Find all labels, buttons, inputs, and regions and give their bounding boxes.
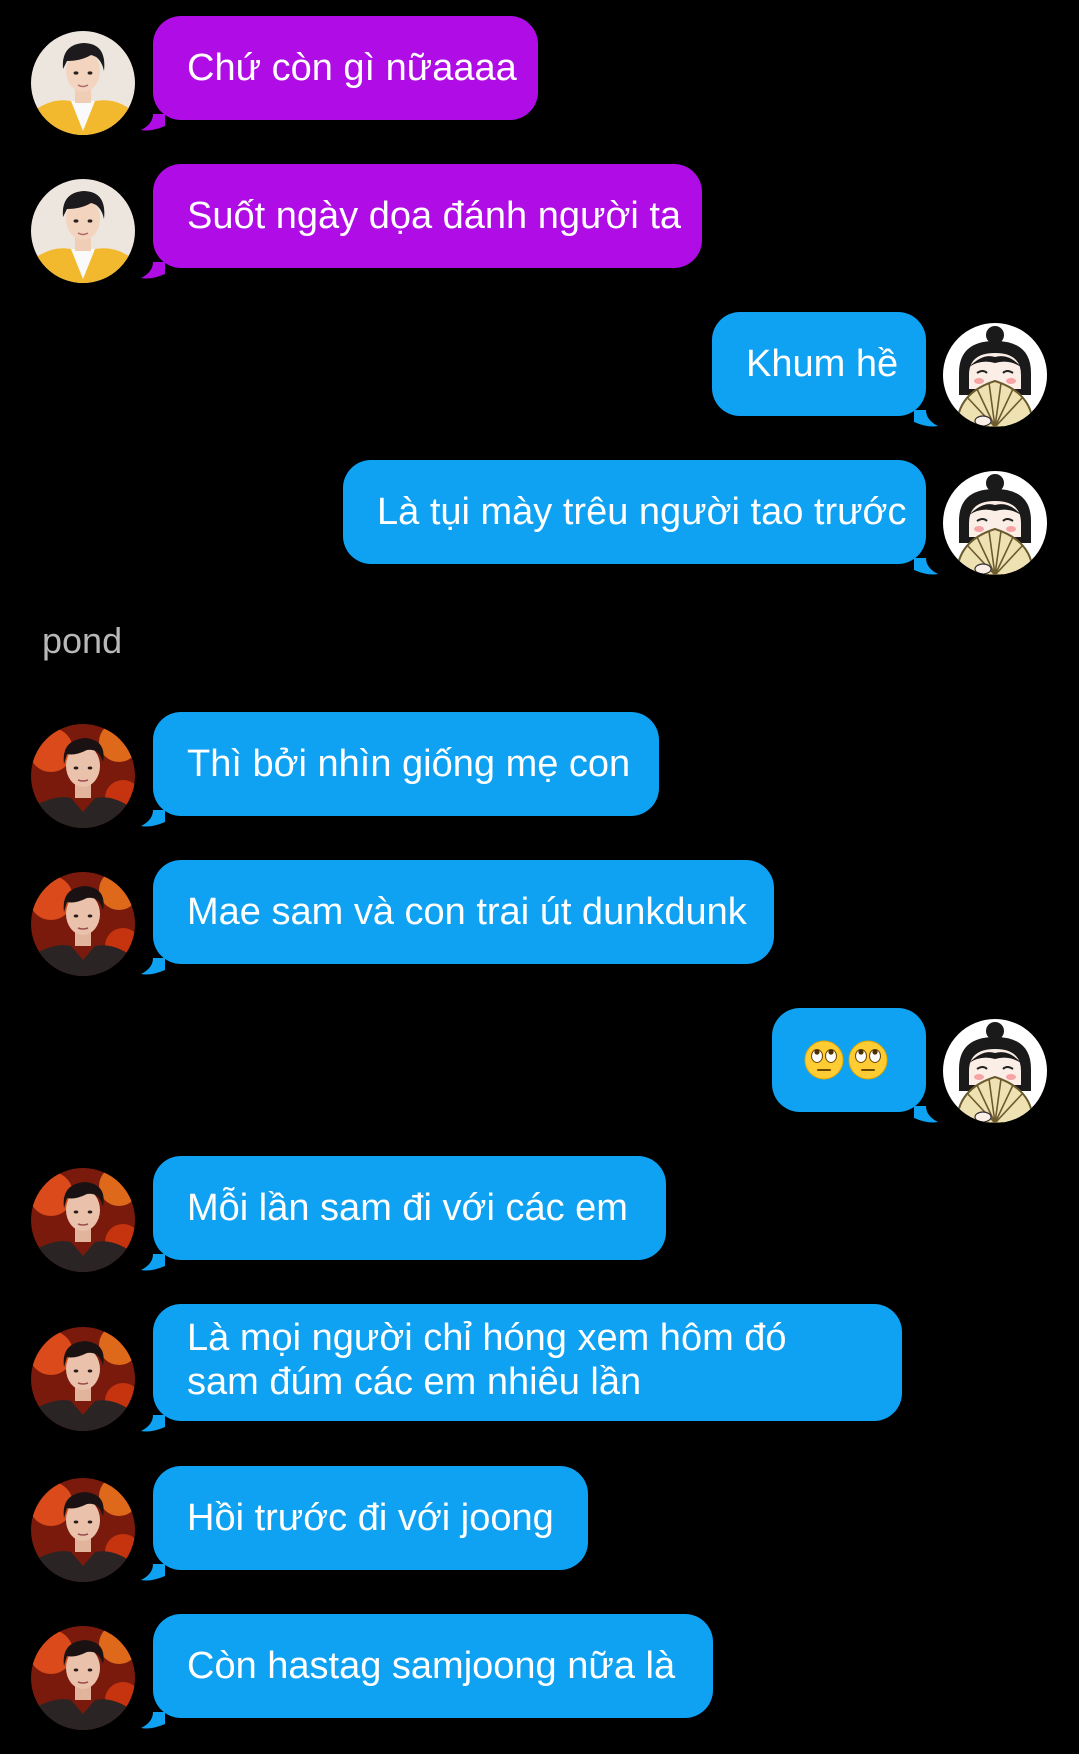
- avatar-person-red-stage[interactable]: [31, 1478, 135, 1582]
- message-bubble[interactable]: [772, 1008, 926, 1112]
- message-row: Mae sam và con trai út dunkdunk: [0, 860, 1079, 970]
- avatar-person-red-stage[interactable]: [31, 724, 135, 828]
- face-with-rolling-eyes-icon: [848, 1040, 888, 1080]
- sender-name-pond: pond: [42, 620, 123, 661]
- message-row: Mỗi lần sam đi với các em: [0, 1156, 1079, 1266]
- bubble-tail: [914, 558, 938, 575]
- bubble-tail: [141, 262, 165, 279]
- message-bubble[interactable]: Suốt ngày dọa đánh người ta: [153, 164, 702, 268]
- bubble-tail: [141, 114, 165, 131]
- message-bubble[interactable]: Mỗi lần sam đi với các em: [153, 1156, 666, 1260]
- message-bubble[interactable]: Là mọi người chỉ hóng xem hôm đó sam đúm…: [153, 1304, 902, 1421]
- bubble-tail: [141, 1415, 165, 1432]
- message-bubble[interactable]: Khum hề: [712, 312, 926, 416]
- message-row: Còn hastag samjoong nữa là: [0, 1614, 1079, 1724]
- avatar-person-yellow-jacket[interactable]: [31, 31, 135, 135]
- message-row: Thì bởi nhìn giống mẹ con: [0, 712, 1079, 822]
- bubble-tail: [141, 1564, 165, 1581]
- message-row: Là tụi mày trêu người tao trước: [0, 460, 1079, 570]
- bubble-tail: [914, 1106, 938, 1123]
- avatar-person-red-stage[interactable]: [31, 1626, 135, 1730]
- message-row: Chứ còn gì nữaaaa: [0, 16, 1079, 126]
- bubble-tail: [141, 958, 165, 975]
- message-bubble[interactable]: Thì bởi nhìn giống mẹ con: [153, 712, 659, 816]
- avatar-person-red-stage[interactable]: [31, 1168, 135, 1272]
- message-row: Là mọi người chỉ hóng xem hôm đó sam đúm…: [0, 1304, 1079, 1432]
- bubble-tail: [141, 1254, 165, 1271]
- message-bubble[interactable]: Là tụi mày trêu người tao trước: [343, 460, 926, 564]
- avatar-person-yellow-jacket[interactable]: [31, 179, 135, 283]
- message-row: Suốt ngày dọa đánh người ta: [0, 164, 1079, 274]
- message-row: Hồi trước đi với joong: [0, 1466, 1079, 1576]
- chat-thread[interactable]: Chứ còn gì nữaaaa Suốt ngày dọa đánh ngư…: [0, 0, 1079, 1754]
- message-bubble[interactable]: Hồi trước đi với joong: [153, 1466, 588, 1570]
- bubble-tail: [141, 1712, 165, 1729]
- face-with-rolling-eyes-icon: [804, 1040, 844, 1080]
- avatar-anime-girl-fan[interactable]: [943, 1019, 1047, 1123]
- message-bubble[interactable]: Chứ còn gì nữaaaa: [153, 16, 538, 120]
- avatar-anime-girl-fan[interactable]: [943, 323, 1047, 427]
- avatar-anime-girl-fan[interactable]: [943, 471, 1047, 575]
- avatar-person-red-stage[interactable]: [31, 872, 135, 976]
- bubble-tail: [914, 410, 938, 427]
- bubble-tail: [141, 810, 165, 827]
- message-row: [0, 1008, 1079, 1118]
- message-row: Khum hề: [0, 312, 1079, 422]
- avatar-person-red-stage[interactable]: [31, 1327, 135, 1431]
- message-bubble[interactable]: Mae sam và con trai út dunkdunk: [153, 860, 774, 964]
- message-bubble[interactable]: Còn hastag samjoong nữa là: [153, 1614, 713, 1718]
